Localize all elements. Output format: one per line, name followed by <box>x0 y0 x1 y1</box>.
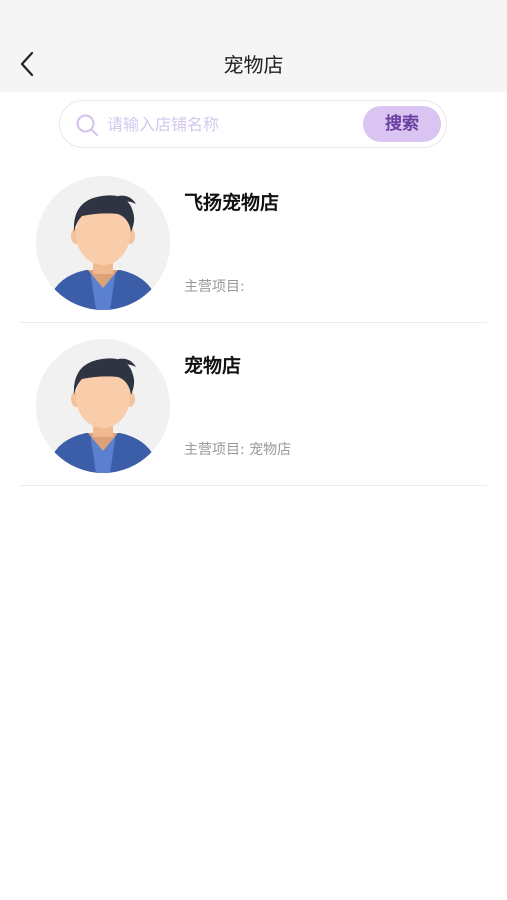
user-avatar-icon <box>36 176 170 310</box>
search-icon <box>76 114 99 137</box>
search-button[interactable]: 搜索 <box>363 106 441 142</box>
shop-name: 飞扬宠物店 <box>184 192 280 214</box>
shop-main-business: 主营项目: 宠物店 <box>184 439 291 459</box>
shop-item[interactable]: 飞扬宠物店 主营项目: <box>20 160 487 323</box>
avatar <box>36 339 170 473</box>
shop-item[interactable]: 宠物店 主营项目: 宠物店 <box>20 323 487 486</box>
page: 宠物店 搜索 <box>0 0 507 900</box>
user-avatar-icon <box>36 339 170 473</box>
main-business-value: 宠物店 <box>249 442 292 458</box>
avatar <box>36 176 170 310</box>
header-bar: 宠物店 <box>0 0 507 92</box>
main-business-label: 主营项目: <box>184 279 245 295</box>
main-business-label: 主营项目: <box>184 442 245 458</box>
page-title: 宠物店 <box>223 53 284 77</box>
shop-name: 宠物店 <box>184 355 242 377</box>
search-input[interactable] <box>107 109 357 139</box>
shop-list: 飞扬宠物店 主营项目: 宠物店 主营项目: 宠物店 <box>20 160 487 486</box>
shop-main-business: 主营项目: <box>184 276 245 296</box>
search-bar: 搜索 <box>59 100 447 148</box>
